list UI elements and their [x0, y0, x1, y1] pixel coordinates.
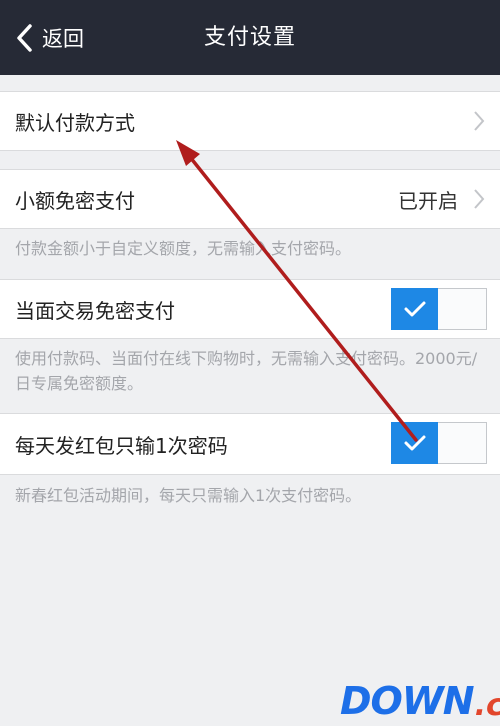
chevron-right-icon	[474, 189, 485, 209]
red-packet-note: 新春红包活动期间，每天只需输入1次支付密码。	[15, 486, 362, 505]
default-payment-label: 默认付款方式	[15, 110, 135, 135]
face-to-face-toggle[interactable]	[391, 288, 487, 330]
face-to-face-label: 当面交易免密支付	[15, 298, 175, 323]
title-bar: 返回 支付设置	[0, 0, 500, 75]
small-free-label: 小额免密支付	[15, 188, 135, 213]
small-free-payment-row[interactable]: 小额免密支付 已开启	[0, 170, 500, 228]
divider	[0, 228, 500, 229]
red-packet-toggle[interactable]	[391, 422, 487, 464]
small-free-status: 已开启	[398, 188, 458, 213]
page-title: 支付设置	[203, 25, 296, 50]
red-packet-label: 每天发红包只输1次密码	[15, 433, 228, 458]
watermark-part1: DOWN	[340, 679, 475, 723]
toggle-on-indicator	[391, 288, 438, 330]
watermark-part2: .cc	[474, 688, 500, 723]
watermark-logo: DOWN .cc	[340, 679, 500, 723]
check-icon	[404, 435, 425, 451]
toggle-on-indicator	[391, 422, 438, 464]
divider	[0, 150, 500, 151]
red-packet-row: 每天发红包只输1次密码	[0, 414, 500, 474]
chevron-right-icon	[474, 111, 485, 131]
face-to-face-note: 使用付款码、当面付在线下购物时，无需输入支付密码。2000元/日专属免密额度。	[15, 349, 478, 393]
check-icon	[404, 301, 425, 317]
divider	[0, 338, 500, 339]
default-payment-row[interactable]: 默认付款方式	[0, 92, 500, 150]
face-to-face-row: 当面交易免密支付	[0, 280, 500, 338]
small-free-note: 付款金额小于自定义额度，无需输入支付密码。	[15, 239, 352, 258]
divider	[0, 474, 500, 475]
